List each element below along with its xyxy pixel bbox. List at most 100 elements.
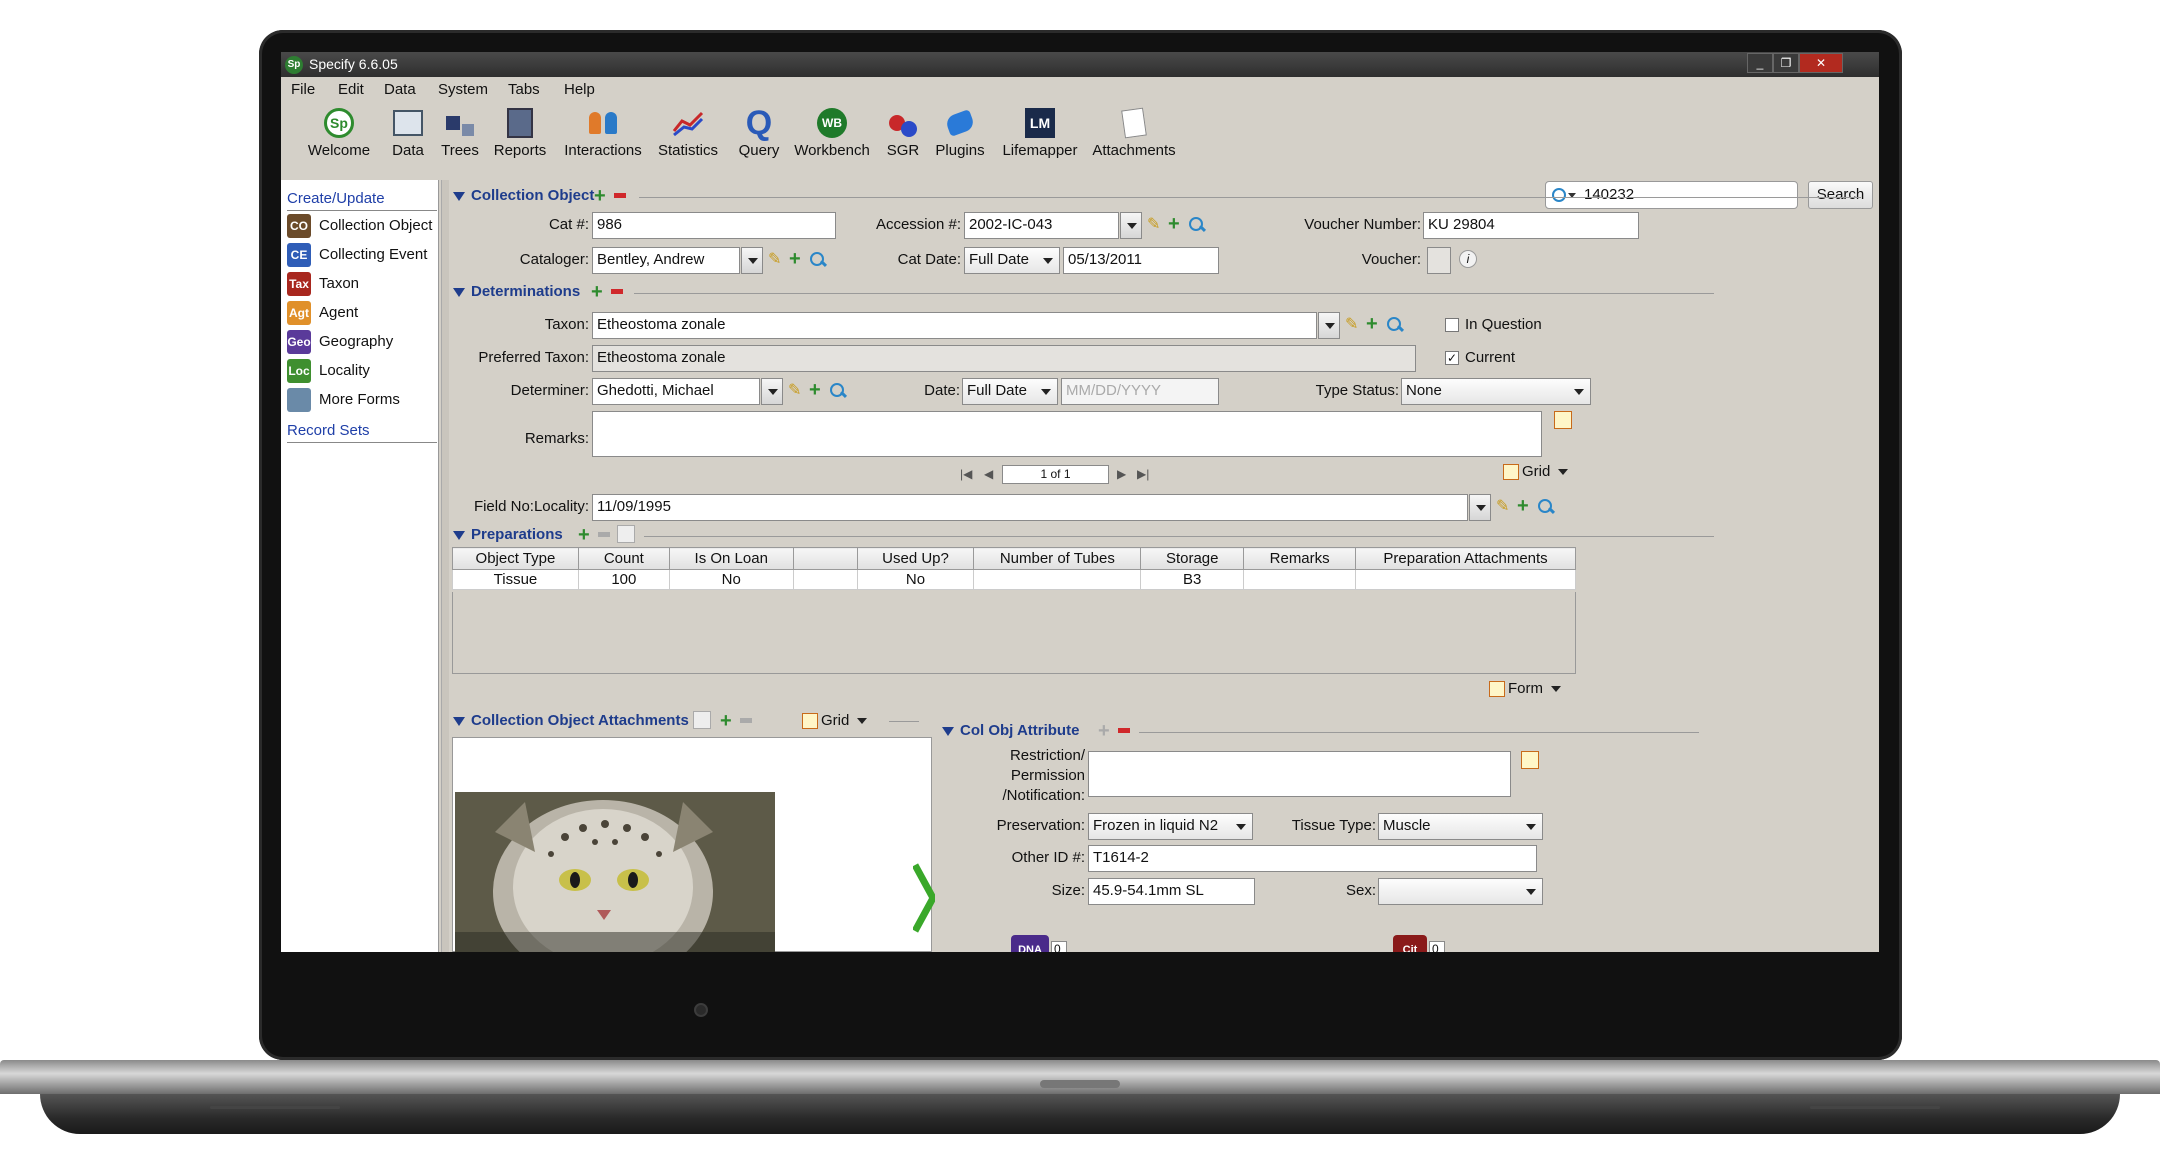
delete-icon[interactable]	[740, 718, 752, 723]
remarks-textarea[interactable]	[592, 411, 1542, 457]
table-cell[interactable]	[792, 569, 858, 590]
determinations-grid-button[interactable]: Grid	[1503, 463, 1569, 481]
record-pager[interactable]: 1 of 1	[1002, 465, 1109, 484]
attachment-photo[interactable]	[455, 792, 775, 952]
toolbar-statistics[interactable]: Statistics	[655, 107, 721, 159]
first-record-icon[interactable]: |◀	[960, 467, 972, 481]
column-header[interactable]: Preparation Attachments	[1355, 547, 1576, 570]
table-row[interactable]: Tissue 100 No No B3	[452, 569, 1576, 590]
toolbar-welcome[interactable]: Sp Welcome	[307, 107, 371, 159]
column-header[interactable]: Object Type	[452, 547, 579, 570]
other-id-field[interactable]: T1614-2	[1088, 845, 1537, 872]
cat-date-field[interactable]: 05/13/2011	[1063, 247, 1219, 274]
close-icon[interactable]: ✕	[1799, 53, 1843, 73]
add-icon[interactable]: +	[1168, 214, 1180, 234]
add-icon[interactable]: +	[1098, 721, 1110, 741]
table-cell[interactable]	[973, 569, 1142, 590]
add-icon[interactable]: +	[594, 186, 606, 206]
preparations-form-button[interactable]: Form	[1489, 680, 1561, 698]
sidebar-create-update[interactable]: Create/Update	[287, 190, 385, 207]
restriction-textarea[interactable]	[1088, 751, 1511, 797]
menu-edit[interactable]: Edit	[338, 81, 364, 98]
edit-pencil-icon[interactable]: ✎	[768, 251, 786, 269]
toolbar-trees[interactable]: Trees	[436, 107, 484, 159]
add-icon[interactable]: +	[591, 282, 603, 302]
preservation-select[interactable]: Frozen in liquid N2	[1088, 813, 1253, 840]
toolbar-workbench[interactable]: WB Workbench	[790, 107, 874, 159]
table-cell[interactable]: No	[856, 569, 975, 590]
determiner-dropdown[interactable]	[761, 378, 783, 405]
column-header[interactable]: Number of Tubes	[973, 547, 1142, 570]
minimize-icon[interactable]: _	[1747, 53, 1773, 73]
current-checkbox[interactable]: ✓	[1445, 351, 1459, 365]
search-icon[interactable]	[1188, 216, 1206, 234]
column-header[interactable]: Used Up?	[856, 547, 975, 570]
toolbar-attachments[interactable]: Attachments	[1089, 107, 1179, 159]
edit-pencil-icon[interactable]: ✎	[1147, 216, 1165, 234]
edit-restriction-icon[interactable]	[1521, 751, 1539, 769]
edit-grid-icon[interactable]	[617, 525, 635, 543]
attachment-viewer[interactable]	[452, 737, 935, 952]
toolbar-sgr[interactable]: SGR	[881, 107, 925, 159]
size-field[interactable]: 45.9-54.1mm SL	[1088, 878, 1255, 905]
citation-icon[interactable]: Cit	[1393, 935, 1427, 952]
table-cell[interactable]: B3	[1140, 569, 1245, 590]
next-record-icon[interactable]: ▶	[1117, 467, 1126, 481]
restore-icon[interactable]: ❐	[1773, 53, 1799, 73]
toolbar-query[interactable]: Q Query	[734, 104, 784, 160]
table-cell[interactable]: Tissue	[452, 569, 579, 590]
previous-record-icon[interactable]: ◀	[984, 467, 993, 481]
edit-pencil-icon[interactable]: ✎	[1496, 498, 1514, 516]
add-icon[interactable]: +	[809, 380, 821, 400]
edit-pencil-icon[interactable]: ✎	[1345, 316, 1363, 334]
delete-icon[interactable]	[611, 289, 623, 294]
sex-select[interactable]	[1378, 878, 1543, 905]
taxon-dropdown[interactable]	[1318, 312, 1340, 339]
field-no-locality-dropdown[interactable]	[1469, 494, 1491, 521]
next-attachment-icon[interactable]	[913, 863, 935, 933]
sidebar-splitter[interactable]	[441, 180, 449, 952]
table-cell[interactable]: No	[668, 569, 794, 590]
attachments-header[interactable]: Collection Object Attachments	[453, 712, 689, 729]
menu-system[interactable]: System	[438, 81, 488, 98]
date-type-select[interactable]: Full Date	[962, 378, 1058, 405]
determination-date-field[interactable]: MM/DD/YYYY	[1061, 378, 1219, 405]
last-record-icon[interactable]: ▶|	[1137, 467, 1149, 481]
delete-icon[interactable]	[598, 532, 610, 537]
cat-date-type-select[interactable]: Full Date	[964, 247, 1060, 274]
accession-dropdown[interactable]	[1120, 212, 1142, 239]
edit-pencil-icon[interactable]: ✎	[788, 382, 806, 400]
column-header[interactable]: Count	[577, 547, 670, 570]
taxon-field[interactable]: Etheostoma zonale	[592, 312, 1317, 339]
column-header[interactable]	[792, 547, 858, 570]
toolbar-lifemapper[interactable]: LM Lifemapper	[997, 107, 1083, 159]
voucher-number-field[interactable]: KU 29804	[1423, 212, 1639, 239]
cataloger-field[interactable]: Bentley, Andrew	[592, 247, 740, 274]
toolbar-plugins[interactable]: Plugins	[931, 107, 989, 159]
add-icon[interactable]: +	[789, 249, 801, 269]
in-question-checkbox[interactable]	[1445, 318, 1459, 332]
col-obj-attribute-header[interactable]: Col Obj Attribute	[942, 722, 1079, 739]
search-icon[interactable]	[1537, 498, 1555, 516]
accession-field[interactable]: 2002-IC-043	[964, 212, 1119, 239]
info-icon[interactable]: i	[1459, 250, 1477, 268]
determiner-field[interactable]: Ghedotti, Michael	[592, 378, 760, 405]
sidebar-record-sets[interactable]: Record Sets	[287, 422, 370, 439]
add-icon[interactable]: +	[1366, 314, 1378, 334]
search-icon[interactable]	[809, 251, 827, 269]
cat-number-field[interactable]: 986	[592, 212, 836, 239]
delete-icon[interactable]	[1118, 728, 1130, 733]
table-cell[interactable]	[1243, 569, 1357, 590]
column-header[interactable]: Is On Loan	[668, 547, 794, 570]
menu-tabs[interactable]: Tabs	[508, 81, 540, 98]
table-cell[interactable]: 100	[577, 569, 670, 590]
toolbar-reports[interactable]: Reports	[490, 107, 550, 159]
add-icon[interactable]: +	[1517, 496, 1529, 516]
tissue-type-select[interactable]: Muscle	[1378, 813, 1543, 840]
menu-help[interactable]: Help	[564, 81, 595, 98]
search-icon[interactable]	[1386, 316, 1404, 334]
table-cell[interactable]	[1355, 569, 1576, 590]
collection-object-header[interactable]: Collection Object	[453, 187, 594, 204]
attachments-grid-button[interactable]: Grid	[802, 712, 868, 730]
delete-icon[interactable]	[614, 193, 626, 198]
